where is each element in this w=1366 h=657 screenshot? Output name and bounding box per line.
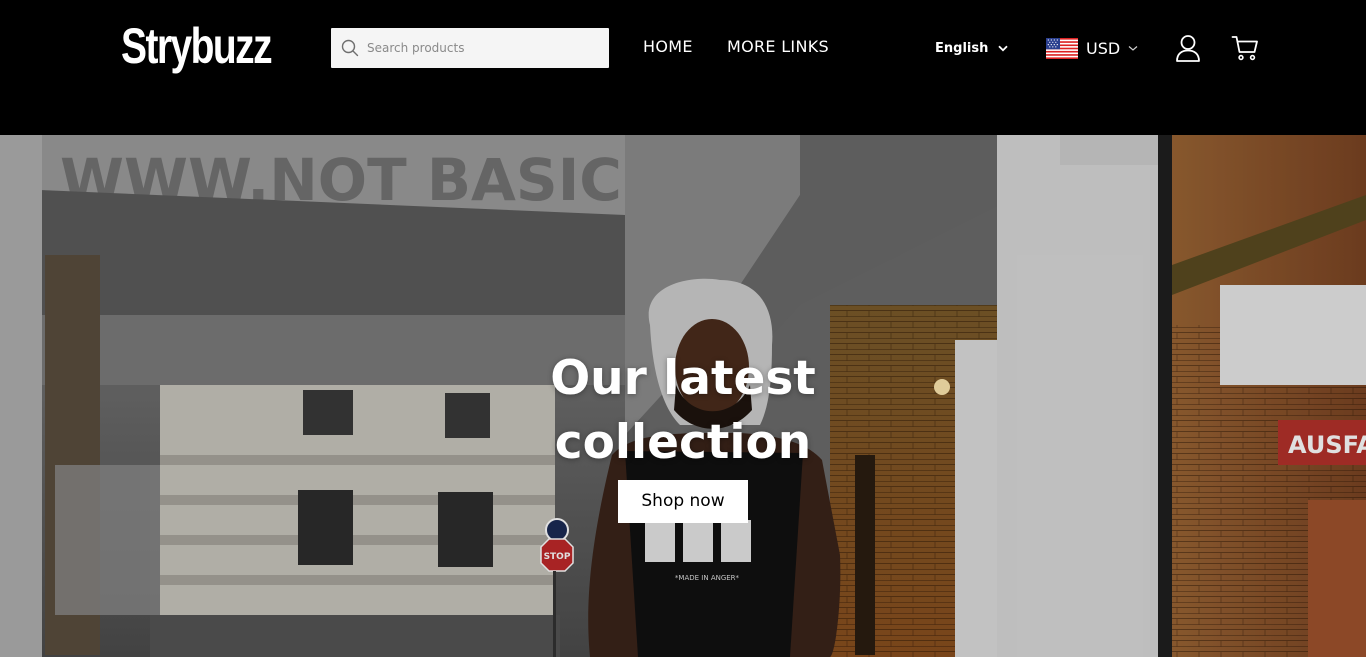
us-flag-icon: [1046, 37, 1078, 59]
chevron-down-icon: [998, 45, 1008, 51]
hero-banner: WWW.NOT BASIC.DE STOP: [0, 135, 1366, 657]
nav-more-links[interactable]: MORE LINKS: [727, 37, 829, 57]
cart-icon[interactable]: [1231, 35, 1259, 61]
user-icon[interactable]: [1175, 34, 1201, 62]
currency-label: USD: [1086, 38, 1121, 58]
shop-now-button[interactable]: Shop now: [618, 480, 748, 523]
search-bar[interactable]: [331, 28, 609, 68]
hero-title: Our latest collection: [550, 351, 816, 470]
nav-home-link[interactable]: HOME: [643, 37, 693, 57]
site-header: Strybuzz HOME MORE LINKS English: [0, 0, 1366, 135]
language-label: English: [935, 40, 989, 56]
chevron-down-icon: [1128, 45, 1138, 51]
brand-logo[interactable]: Strybuzz: [121, 16, 273, 76]
search-input[interactable]: [367, 28, 603, 68]
currency-selector[interactable]: USD: [1046, 37, 1138, 59]
search-icon: [341, 39, 359, 57]
language-selector[interactable]: English: [935, 38, 1008, 58]
